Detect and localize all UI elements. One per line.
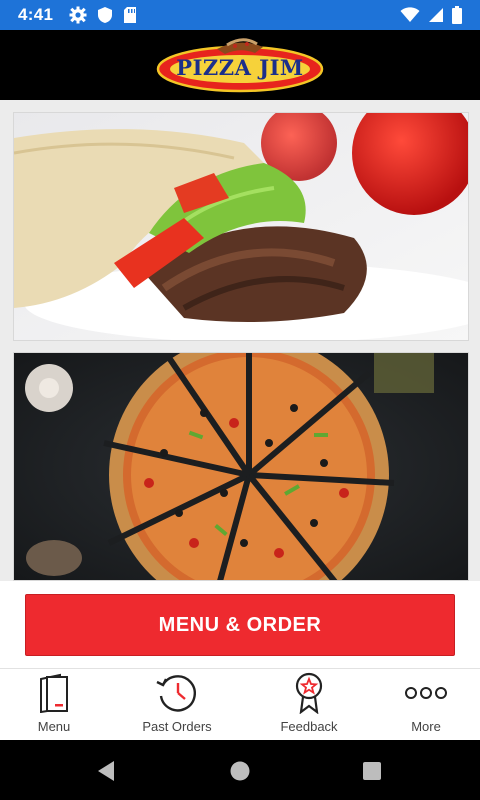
tab-past-orders-label: Past Orders — [142, 719, 212, 734]
recents-icon[interactable] — [362, 761, 382, 781]
status-bar: 4:41 — [0, 0, 480, 30]
menu-and-order-button[interactable]: MENU & ORDER — [25, 594, 455, 656]
cta-area: MENU & ORDER — [0, 581, 480, 668]
logo-text: PIZZA JIM — [176, 55, 304, 80]
bottom-tab-bar: Menu Past Orders Feedback More — [0, 668, 480, 740]
settings-icon — [69, 6, 87, 24]
tab-feedback-label: Feedback — [280, 719, 338, 734]
status-icons-left — [69, 6, 137, 24]
shield-icon — [98, 7, 113, 23]
tab-feedback[interactable]: Feedback — [246, 669, 372, 740]
status-icons-right — [400, 6, 462, 24]
more-dots-icon — [405, 687, 447, 699]
tab-past-orders[interactable]: Past Orders — [108, 669, 246, 740]
tab-menu[interactable]: Menu — [0, 669, 108, 740]
tab-more[interactable]: More — [372, 669, 480, 740]
back-icon[interactable] — [96, 760, 116, 782]
tab-more-label: More — [411, 719, 441, 734]
sd-card-icon — [124, 7, 137, 23]
app-header: PIZZA JIM — [0, 30, 480, 100]
cell-signal-icon — [429, 8, 443, 22]
menu-book-icon — [40, 673, 68, 713]
kebab-wrap-photo[interactable] — [13, 112, 469, 341]
content-area — [0, 100, 480, 581]
battery-icon — [452, 6, 462, 24]
android-nav-bar — [0, 740, 480, 800]
pizza-photo[interactable] — [13, 352, 469, 581]
tab-menu-label: Menu — [37, 719, 71, 734]
status-time: 4:41 — [18, 5, 54, 24]
home-icon[interactable] — [229, 760, 251, 782]
wifi-icon — [400, 7, 420, 22]
history-icon — [156, 675, 196, 712]
pizza-jim-logo[interactable]: PIZZA JIM — [155, 35, 325, 95]
award-ribbon-icon — [295, 672, 323, 714]
